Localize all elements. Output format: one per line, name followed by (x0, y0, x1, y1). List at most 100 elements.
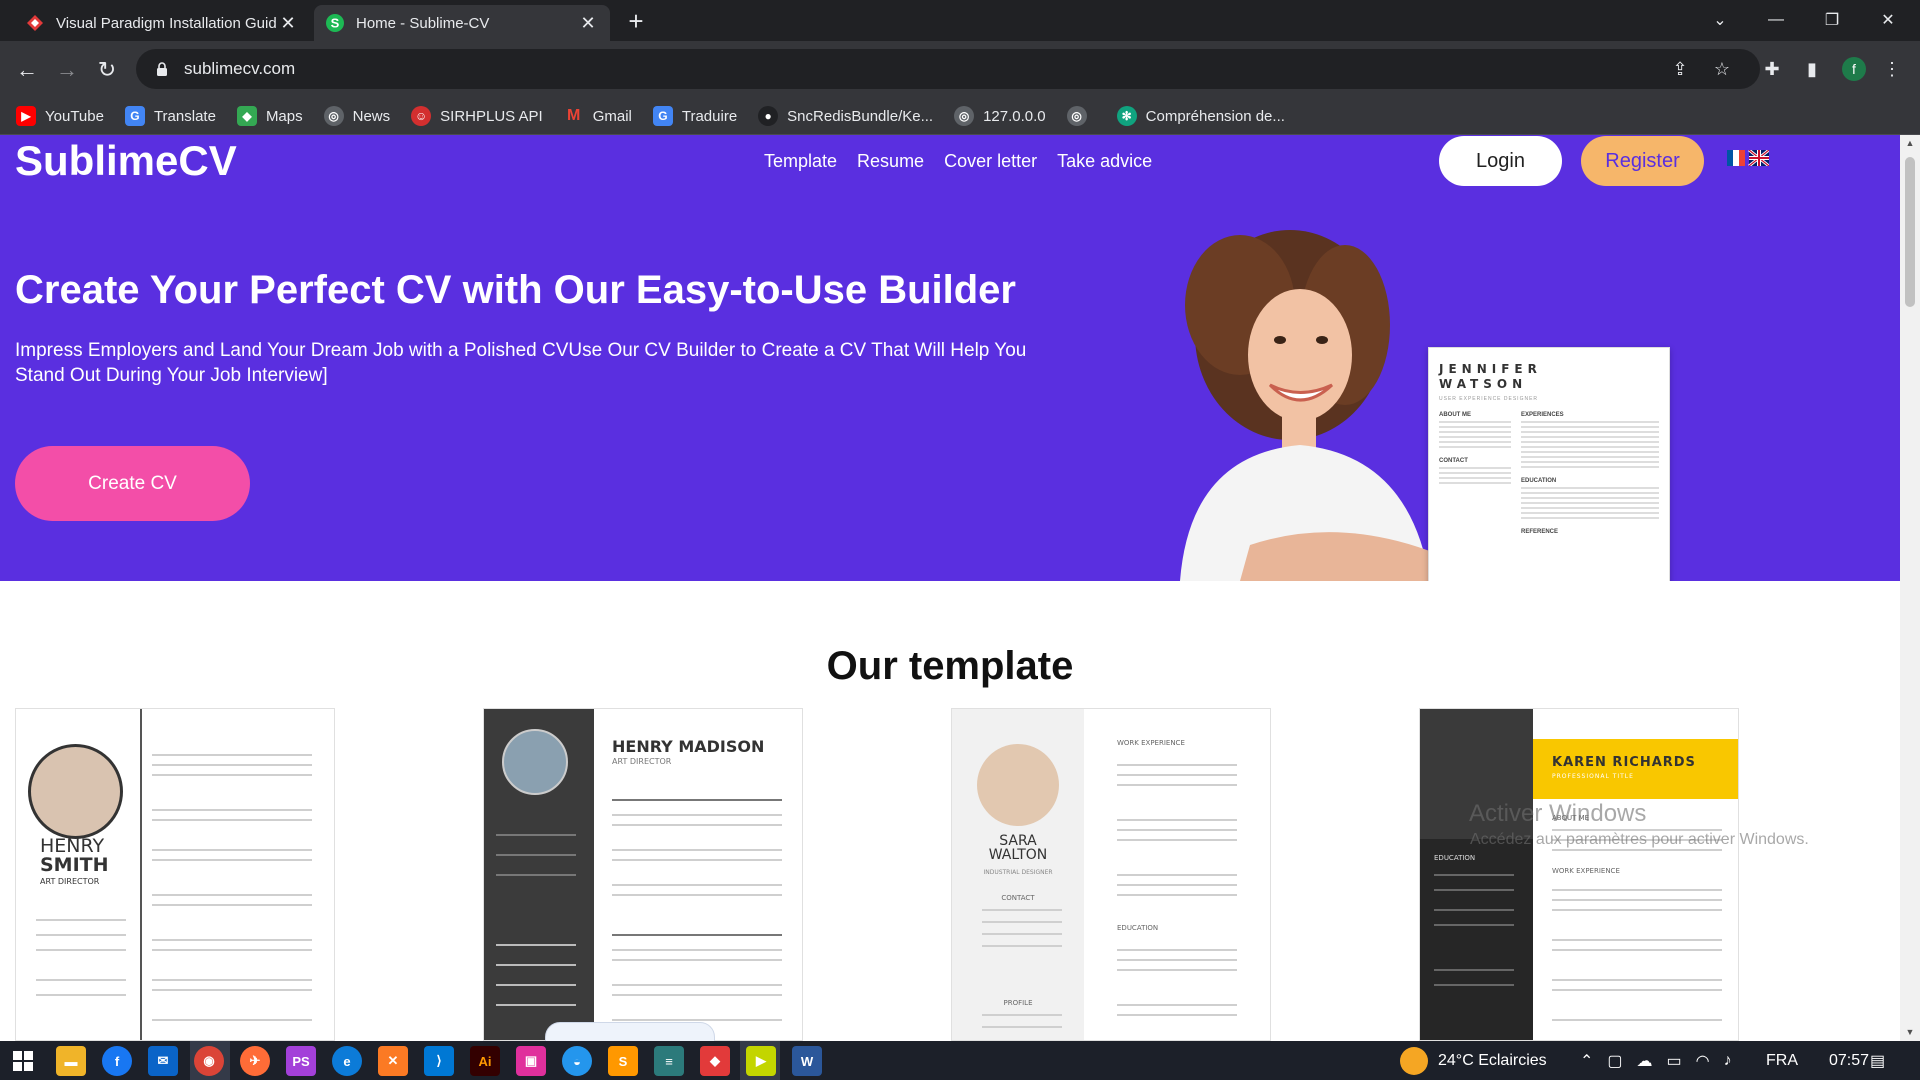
bookmark-translate[interactable]: G Translate (124, 106, 216, 126)
hero-illustration: JENNIFER WATSON USER EXPERIENCE DESIGNER… (1140, 215, 1680, 581)
nav-take-advice[interactable]: Take advice (1057, 151, 1152, 172)
mail-icon[interactable]: ✉ (148, 1046, 178, 1076)
notifications-icon[interactable]: ▤ (1870, 1041, 1885, 1080)
menu-kebab-icon[interactable]: ⋮ (1874, 51, 1910, 87)
xampp-icon[interactable]: ✕ (378, 1046, 408, 1076)
device-icon[interactable]: ▢ (1607, 1051, 1622, 1071)
onedrive-cloud-icon[interactable]: ☁ (1637, 1051, 1653, 1071)
share-icon[interactable]: ⇪ (1662, 51, 1698, 87)
close-window-icon[interactable]: ✕ (1860, 0, 1916, 40)
profile-avatar[interactable]: f (1836, 51, 1872, 87)
bookmark-gmail[interactable]: M Gmail (563, 106, 632, 126)
reload-icon[interactable]: ↻ (92, 55, 122, 85)
template-card-henry-madison[interactable]: HENRY MADISON ART DIRECTOR (483, 708, 803, 1041)
forward-icon[interactable]: → (52, 55, 82, 85)
app-pink-icon[interactable]: ▣ (516, 1046, 546, 1076)
clock[interactable]: 07:57 (1829, 1041, 1869, 1080)
chevron-up-icon[interactable]: ⌃ (1580, 1051, 1593, 1071)
activate-windows-title: Activer Windows (1469, 800, 1647, 827)
side-panel-icon[interactable]: ▮ (1794, 51, 1830, 87)
scroll-up-icon[interactable]: ▲ (1905, 138, 1915, 148)
bookmark-news[interactable]: ◎ News (323, 106, 390, 126)
bookmark-comprehension[interactable]: ✻ Compréhension de... (1116, 106, 1285, 126)
tab-sublime-cv[interactable]: S Home - Sublime-CV ✕ (314, 5, 610, 41)
browser-tab-bar: Visual Paradigm Installation Guid ✕ S Ho… (0, 0, 1920, 41)
address-bar[interactable]: sublimecv.com (136, 49, 1760, 89)
sublime-s-icon: S (326, 14, 344, 32)
wifi-icon[interactable]: ◠ (1696, 1051, 1710, 1071)
terminal-icon[interactable]: ≡ (654, 1046, 684, 1076)
hero-title: Create Your Perfect CV with Our Easy-to-… (15, 268, 1016, 312)
register-button[interactable]: Register (1581, 136, 1704, 186)
weather-text: 24°C Eclaircies (1438, 1051, 1547, 1069)
url-text: sublimecv.com (184, 59, 296, 78)
template-card-henry-smith[interactable]: HENRY SMITH ART DIRECTOR (15, 708, 335, 1041)
postman-icon[interactable]: ✈ (240, 1046, 270, 1076)
template-section: WORK EXPERIENCE (1552, 867, 1620, 875)
bookmark-star-icon[interactable]: ☆ (1704, 51, 1740, 87)
word-icon[interactable]: W (792, 1046, 822, 1076)
template-card-sara-walton[interactable]: SARA WALTON INDUSTRIAL DESIGNER CONTACT … (951, 708, 1271, 1041)
volume-icon[interactable]: ♪ (1724, 1052, 1732, 1070)
chrome-icon[interactable]: ◉ (194, 1046, 224, 1076)
weather-widget[interactable]: 24°C Eclaircies (1400, 1041, 1547, 1080)
hero-cv-section: EXPERIENCES (1521, 412, 1564, 418)
docker-icon[interactable]: ◒ (562, 1046, 592, 1076)
tab-visual-paradigm[interactable]: Visual Paradigm Installation Guid ✕ (14, 5, 310, 41)
close-tab-icon[interactable]: ✕ (278, 13, 298, 34)
globe-icon: ◎ (1066, 106, 1087, 126)
file-explorer-icon[interactable]: ▬ (56, 1046, 86, 1076)
hero-cv-section: REFERENCE (1521, 529, 1559, 535)
bookmark-maps[interactable]: ◆ Maps (236, 106, 303, 126)
phpstorm-icon[interactable]: PS (286, 1046, 316, 1076)
hero-cv-section: CONTACT (1439, 458, 1468, 464)
chatgpt-icon: ✻ (1116, 106, 1137, 126)
bookmark-localhost[interactable]: ◎ 127.0.0.0 (954, 106, 1046, 126)
scroll-thumb[interactable] (1905, 157, 1915, 307)
bookmark-sncredisbundle[interactable]: ● SncRedisBundle/Ke... (758, 106, 933, 126)
browser-toolbar: ← → ↻ sublimecv.com ⇪ ☆ ✚ ▮ f ⋮ (0, 41, 1920, 98)
avatar (28, 744, 123, 839)
template-section: EDUCATION (1117, 924, 1159, 932)
bookmark-sirhplus-api[interactable]: ☺ SIRHPLUS API (411, 106, 543, 126)
nav-template[interactable]: Template (764, 151, 837, 172)
media-player-icon[interactable]: ▶ (746, 1046, 776, 1076)
system-tray: ⌃ ▢ ☁ ▭ ◠ ♪ (1580, 1041, 1732, 1080)
template-section: WORK EXPERIENCE (1117, 739, 1185, 747)
bookmark-traduire[interactable]: G Traduire (652, 106, 737, 126)
floating-chat-tab[interactable] (545, 1022, 715, 1041)
close-tab-icon[interactable]: ✕ (578, 13, 598, 34)
bookmarks-bar: ▶ YouTube G Translate ◆ Maps ◎ News ☺ SIRHPLU… (0, 98, 1920, 135)
edge-icon[interactable]: e (332, 1046, 362, 1076)
back-icon[interactable]: ← (12, 55, 42, 85)
windows-start-icon[interactable] (8, 1046, 38, 1076)
site-logo[interactable]: SublimeCV (15, 137, 237, 185)
template-card-karen-richards[interactable]: KAREN RICHARDS PROFESSIONAL TITLE ABOUT … (1419, 708, 1739, 1041)
nav-resume[interactable]: Resume (857, 151, 924, 172)
hero-subtitle: Impress Employers and Land Your Dream Jo… (15, 340, 1027, 386)
hero-cv-name: JENNIFER WATSON (1439, 362, 1542, 391)
bookmark-youtube[interactable]: ▶ YouTube (16, 106, 104, 126)
avatar (502, 729, 568, 795)
minimize-icon[interactable]: — (1748, 0, 1804, 40)
login-button[interactable]: Login (1439, 136, 1562, 186)
page-scrollbar[interactable]: ▲ ▼ (1900, 135, 1920, 1041)
tab-search-icon[interactable]: ⌄ (1692, 0, 1748, 40)
vscode-icon[interactable]: ⟩ (424, 1046, 454, 1076)
scroll-down-icon[interactable]: ▼ (1905, 1027, 1915, 1037)
language-indicator[interactable]: FRA (1766, 1041, 1798, 1080)
templates-heading: Our template (826, 644, 1074, 688)
hero-section: SublimeCV Template Resume Cover letter T… (0, 135, 1900, 581)
facebook-icon[interactable]: f (102, 1046, 132, 1076)
visual-paradigm-icon[interactable]: ◆ (700, 1046, 730, 1076)
create-cv-button[interactable]: Create CV (15, 446, 250, 521)
illustrator-icon[interactable]: Ai (470, 1046, 500, 1076)
extensions-icon[interactable]: ✚ (1754, 51, 1790, 87)
sublime-text-icon[interactable]: S (608, 1046, 638, 1076)
language-flags-icon[interactable] (1727, 150, 1769, 166)
new-tab-icon[interactable]: + (622, 8, 650, 36)
bookmark-globe[interactable]: ◎ (1066, 106, 1096, 126)
restore-icon[interactable]: ❐ (1804, 0, 1860, 40)
battery-icon[interactable]: ▭ (1667, 1051, 1682, 1071)
nav-cover-letter[interactable]: Cover letter (944, 151, 1037, 172)
